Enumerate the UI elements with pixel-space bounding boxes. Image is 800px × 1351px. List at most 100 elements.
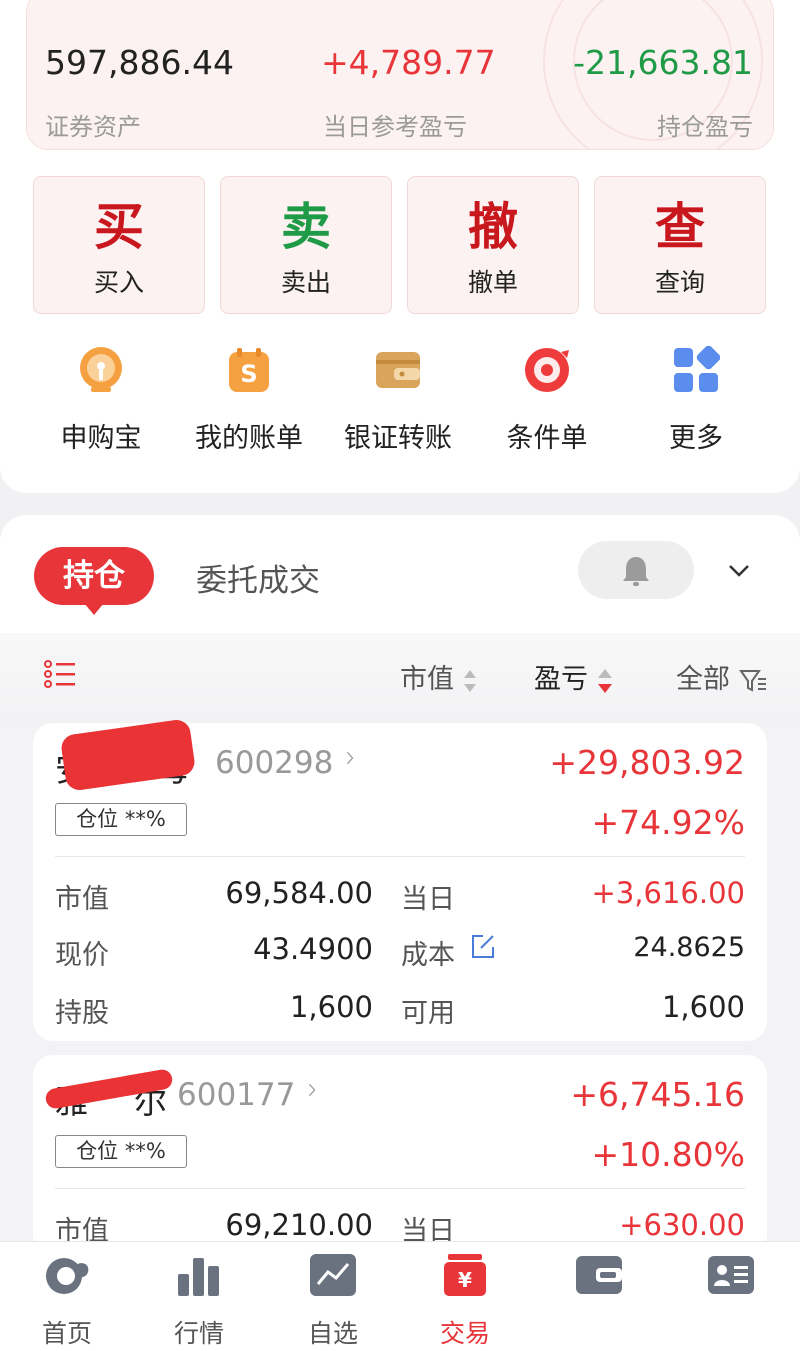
- edit-icon[interactable]: [469, 933, 497, 961]
- tool-my-bill[interactable]: S 我的账单: [179, 346, 319, 455]
- hold-pl-label: 持仓盈亏: [657, 113, 753, 141]
- holding-card[interactable]: 安母 600298 仓位 **% +29,803.92 +74.92% 市值 6…: [33, 718, 767, 1041]
- tool-label: 银证转账: [344, 423, 452, 454]
- daily-pl-label: 当日参考盈亏: [323, 113, 467, 141]
- bill-icon: S: [225, 346, 273, 394]
- chevron-down-icon[interactable]: [726, 557, 752, 583]
- nav-label: 行情: [173, 1319, 224, 1348]
- cancel-char: 撤: [468, 198, 518, 256]
- current-price: 43.4900: [253, 932, 373, 966]
- daily-pl-value: +4,789.77: [321, 43, 496, 82]
- sell-label: 卖出: [280, 268, 331, 297]
- total-assets-label: 证券资产: [45, 113, 141, 141]
- sort-profit-loss[interactable]: 盈亏: [534, 657, 613, 696]
- trade-icon: ¥: [440, 1252, 490, 1298]
- chevron-right-icon[interactable]: [343, 751, 357, 765]
- nav-home[interactable]: 首页: [12, 1252, 122, 1350]
- tool-condition-order[interactable]: 条件单: [477, 346, 617, 455]
- asset-summary-card[interactable]: 597,886.44 证券资产 +4,789.77 当日参考盈亏 -21,663…: [26, 0, 774, 150]
- daily-pl: +3,616.00: [591, 876, 745, 910]
- market-icon: [174, 1252, 224, 1298]
- sort-desc-icon: [597, 668, 612, 693]
- position-badge: 仓位 **%: [55, 1135, 187, 1168]
- home-icon: [42, 1252, 92, 1298]
- market-value-label: 市值: [55, 884, 109, 915]
- holding-profit-pct: +10.80%: [591, 1135, 745, 1174]
- holdings-tabbar: 持仓 委托成交: [0, 515, 800, 633]
- query-char: 查: [655, 198, 705, 256]
- market-value: 69,584.00: [225, 876, 373, 910]
- watchlist-icon: [308, 1252, 358, 1298]
- bottom-navigation: 首页 行情 自选 ¥ 交易 理财 我的: [0, 1241, 800, 1351]
- bank-transfer-icon: [374, 346, 422, 394]
- tool-label: 申购宝: [60, 423, 142, 454]
- nav-label: 首页: [41, 1319, 92, 1348]
- tool-bank-transfer[interactable]: 银证转账: [328, 346, 468, 455]
- cost-label: 成本: [401, 940, 455, 971]
- total-assets-value: 597,886.44: [45, 43, 234, 82]
- sort-bar: 市值 盈亏 全部: [0, 633, 800, 723]
- position-badge: 仓位 **%: [55, 803, 187, 836]
- nav-wealth[interactable]: 理财: [544, 1252, 654, 1350]
- sell-char: 卖: [281, 198, 331, 256]
- tool-ipo-subscribe[interactable]: 申购宝: [31, 346, 171, 455]
- tool-label: 我的账单: [195, 423, 303, 454]
- cost-price: 24.8625: [633, 932, 745, 963]
- cancel-label: 撤单: [467, 268, 518, 297]
- nav-watchlist[interactable]: 自选: [278, 1252, 388, 1350]
- query-label: 查询: [654, 268, 705, 297]
- tab-orders-deals[interactable]: 委托成交: [196, 555, 320, 600]
- wallet-icon: [574, 1252, 624, 1298]
- account-overview-panel: 597,886.44 证券资产 +4,789.77 当日参考盈亏 -21,663…: [0, 0, 800, 493]
- bell-icon: [623, 557, 649, 586]
- buy-label: 买入: [93, 268, 144, 297]
- chevron-right-icon[interactable]: [305, 1083, 319, 1097]
- sort-label: 市值: [400, 664, 454, 695]
- condition-order-icon: [523, 346, 571, 394]
- market-value: 69,210.00: [225, 1208, 373, 1242]
- divider: [55, 856, 745, 857]
- sort-arrows-icon: [463, 669, 476, 692]
- shares-held: 1,600: [289, 990, 373, 1024]
- divider: [55, 1188, 745, 1189]
- cancel-order-button[interactable]: 撤 撤单: [407, 176, 579, 314]
- list-view-icon[interactable]: [44, 659, 76, 689]
- alert-toggle[interactable]: [578, 541, 694, 599]
- holding-profit: +29,803.92: [549, 743, 745, 782]
- sort-market-value[interactable]: 市值: [400, 657, 477, 696]
- tool-more[interactable]: 更多: [626, 345, 766, 455]
- buy-button[interactable]: 买 买入: [33, 176, 205, 314]
- shares-available: 1,600: [661, 990, 745, 1024]
- nav-trade[interactable]: ¥ 交易: [410, 1252, 520, 1350]
- tool-label: 条件单: [506, 423, 588, 454]
- stock-code: 600177: [177, 1077, 296, 1113]
- sort-label: 盈亏: [534, 664, 588, 695]
- price-label: 现价: [55, 940, 109, 971]
- stock-code: 600298: [215, 745, 334, 781]
- tool-label: 更多: [669, 423, 723, 454]
- account-icon: [706, 1252, 756, 1298]
- available-label: 可用: [401, 998, 455, 1029]
- ipo-subscribe-icon: [77, 346, 125, 394]
- sell-button[interactable]: 卖 卖出: [220, 176, 392, 314]
- holding-profit: +6,745.16: [570, 1075, 745, 1114]
- filter-all[interactable]: 全部: [676, 657, 767, 696]
- nav-market[interactable]: 行情: [144, 1252, 254, 1350]
- nav-label: 交易: [439, 1319, 490, 1348]
- daily-pl: +630.00: [619, 1208, 745, 1242]
- filter-icon: [738, 669, 766, 692]
- more-grid-icon: [672, 345, 721, 394]
- nav-label: 理财: [573, 1319, 624, 1348]
- nav-label: 我的: [705, 1319, 756, 1348]
- nav-account[interactable]: 我的: [676, 1252, 786, 1350]
- holding-profit-pct: +74.92%: [591, 803, 745, 842]
- svg-text:S: S: [240, 360, 257, 388]
- daily-label: 当日: [401, 884, 455, 915]
- shares-label: 持股: [55, 998, 109, 1029]
- nav-label: 自选: [307, 1319, 358, 1348]
- buy-char: 买: [94, 198, 144, 256]
- hold-pl-value: -21,663.81: [573, 43, 753, 82]
- query-button[interactable]: 查 查询: [594, 176, 766, 314]
- holding-card[interactable]: 雅尔 600177 仓位 **% +6,745.16 +10.80% 市值 69…: [33, 1055, 767, 1255]
- tab-holdings[interactable]: 持仓: [34, 547, 154, 615]
